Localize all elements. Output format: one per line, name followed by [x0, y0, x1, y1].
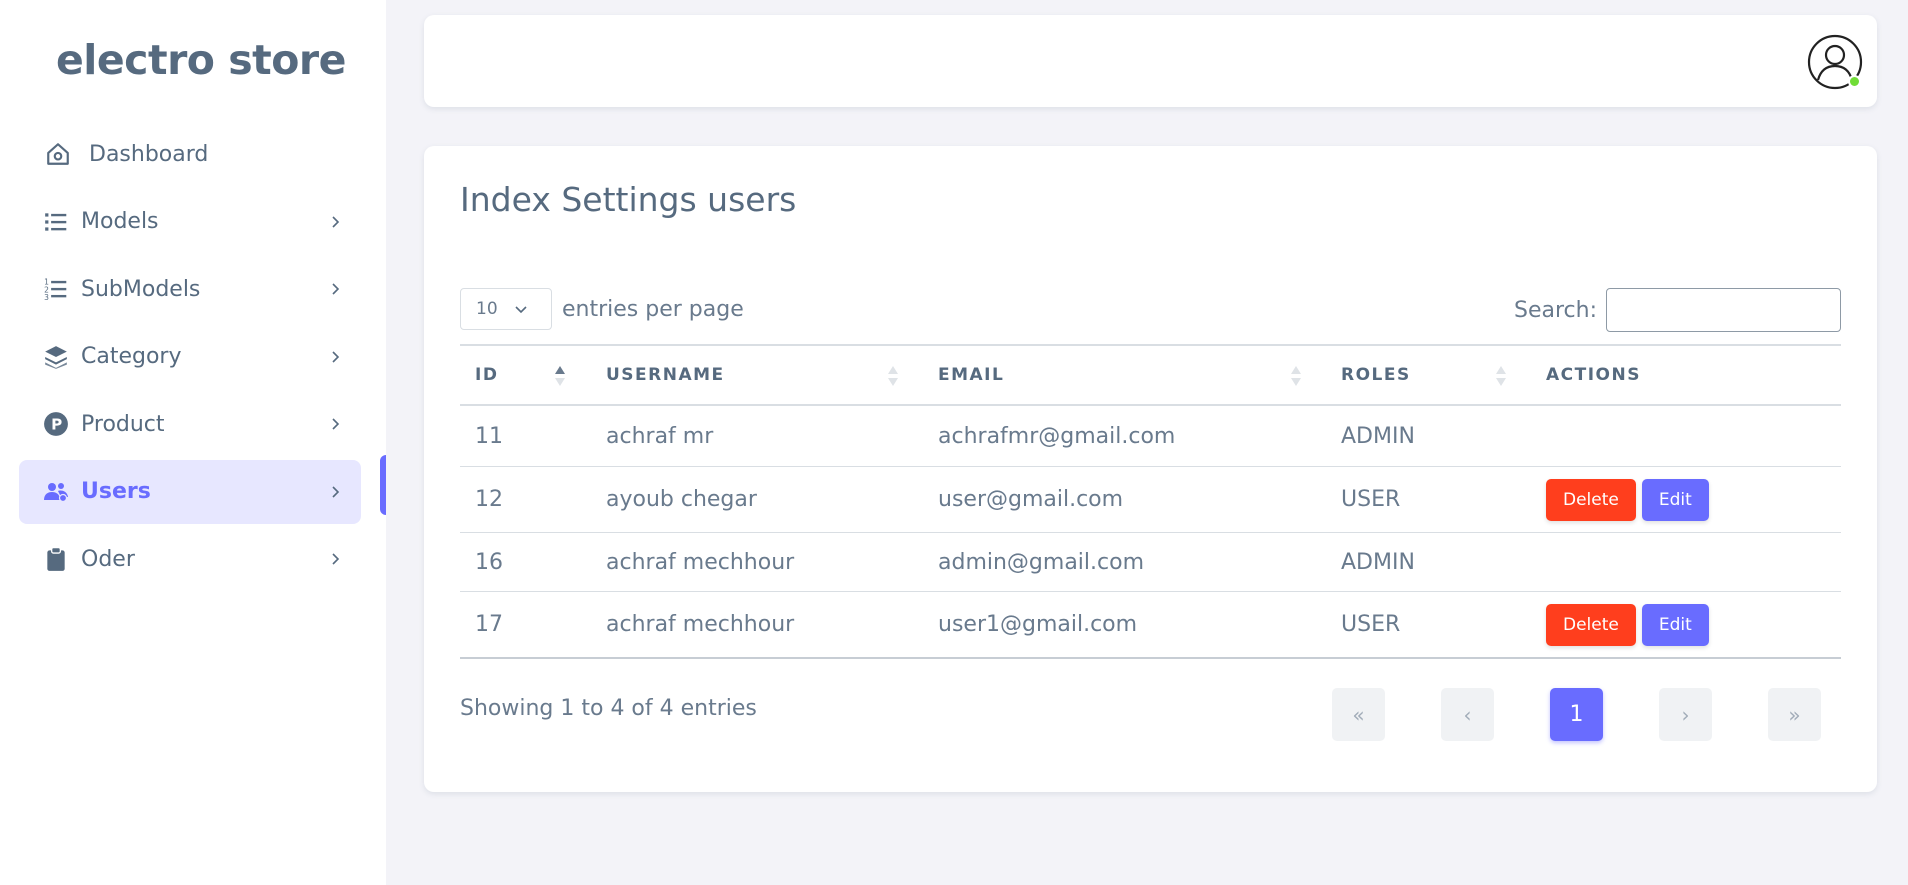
- cell-email: user1@gmail.com: [938, 612, 1138, 637]
- users-card: Index Settings users 10 entries per page…: [424, 146, 1877, 792]
- active-menu-indicator: [380, 455, 386, 515]
- clipboard-icon: [41, 544, 71, 574]
- topbar: [424, 15, 1877, 107]
- cell-actions: Delete Edit: [1546, 592, 1715, 657]
- user-avatar[interactable]: [1807, 34, 1863, 90]
- table-info: Showing 1 to 4 of 4 entries: [460, 696, 757, 721]
- sidebar-item-label: Users: [81, 479, 151, 504]
- column-header-actions: ACTIONS: [1546, 365, 1641, 385]
- sidebar-item-submodels[interactable]: 123 SubModels: [19, 257, 361, 321]
- search-input[interactable]: [1606, 288, 1841, 332]
- pagination: « ‹ 1 › »: [1332, 688, 1821, 741]
- cell-roles: ADMIN: [1341, 549, 1415, 575]
- sidebar-menu: Dashboard Models 123 SubModels Category: [19, 122, 361, 595]
- svg-text:3: 3: [44, 293, 49, 302]
- column-header-roles[interactable]: ROLES: [1341, 346, 1411, 404]
- online-status-dot: [1848, 75, 1861, 88]
- cell-roles: USER: [1341, 612, 1401, 637]
- page-title: Index Settings users: [460, 180, 797, 219]
- sidebar-item-product[interactable]: P Product: [19, 392, 361, 456]
- cell-roles: USER: [1341, 487, 1401, 512]
- pagination-last-button[interactable]: »: [1768, 688, 1821, 741]
- chevron-right-icon: [332, 418, 340, 430]
- sidebar-item-oder[interactable]: Oder: [19, 527, 361, 591]
- edit-button[interactable]: Edit: [1641, 478, 1709, 521]
- sidebar-item-label: Product: [81, 411, 165, 437]
- users-table: ID USERNAME EMAIL ROLES ACTIONS 11 achra…: [460, 344, 1841, 659]
- column-header-email[interactable]: EMAIL: [938, 346, 1004, 404]
- cell-id: 12: [475, 487, 503, 512]
- delete-button[interactable]: Delete: [1546, 603, 1636, 646]
- entries-per-page: 10 entries per page: [460, 288, 744, 330]
- sidebar-item-label: Category: [81, 344, 182, 369]
- sidebar-item-models[interactable]: Models: [19, 190, 361, 254]
- search-label: Search:: [1514, 297, 1597, 323]
- chevron-right-icon: [332, 215, 340, 228]
- cell-id: 16: [475, 549, 503, 575]
- per-page-value: 10: [476, 299, 498, 319]
- edit-button[interactable]: Edit: [1641, 603, 1709, 646]
- cell-id: 17: [475, 612, 503, 637]
- cell-username: achraf mechhour: [606, 612, 795, 637]
- column-header-id[interactable]: ID: [475, 346, 498, 404]
- cell-email: user@gmail.com: [938, 487, 1124, 512]
- sidebar-item-users[interactable]: Users: [19, 459, 361, 524]
- cell-email: achrafmr@gmail.com: [938, 423, 1176, 449]
- home-icon: [43, 139, 73, 169]
- table-row: 11 achraf mr achrafmr@gmail.com ADMIN: [460, 406, 1841, 467]
- sort-icon[interactable]: [1290, 364, 1302, 388]
- chevron-right-icon: [332, 485, 340, 498]
- cell-email: admin@gmail.com: [938, 549, 1145, 575]
- sidebar-item-label: SubModels: [81, 276, 201, 302]
- pagination-page-1[interactable]: 1: [1550, 688, 1603, 741]
- column-header-username[interactable]: USERNAME: [606, 346, 725, 404]
- per-page-select[interactable]: 10: [460, 288, 552, 330]
- pagination-prev-button[interactable]: ‹: [1441, 688, 1494, 741]
- table-row: 16 achraf mechhour admin@gmail.com ADMIN: [460, 533, 1841, 592]
- list-numbered-icon: 123: [41, 274, 71, 304]
- table-row: 17 achraf mechhour user1@gmail.com USER …: [460, 592, 1841, 659]
- svg-text:P: P: [51, 415, 62, 433]
- cell-roles: ADMIN: [1341, 423, 1415, 449]
- sort-asc-icon[interactable]: [554, 364, 566, 388]
- sort-icon[interactable]: [887, 364, 899, 388]
- chevron-down-icon: [515, 306, 527, 314]
- sidebar-item-label: Oder: [81, 546, 135, 572]
- sort-icon[interactable]: [1495, 364, 1507, 388]
- pagination-first-button[interactable]: «: [1332, 688, 1385, 741]
- cell-username: achraf mr: [606, 423, 714, 449]
- brand-logo[interactable]: electro store: [56, 36, 346, 84]
- cell-id: 11: [475, 423, 503, 449]
- chevron-right-icon: [332, 350, 340, 363]
- chevron-right-icon: [332, 553, 340, 565]
- search-wrap: Search:: [1514, 288, 1841, 332]
- delete-button[interactable]: Delete: [1546, 478, 1636, 521]
- product-p-icon: P: [41, 409, 71, 439]
- chevron-right-icon: [332, 283, 340, 295]
- table-row: 12 ayoub chegar user@gmail.com USER Dele…: [460, 467, 1841, 533]
- cell-username: achraf mechhour: [606, 549, 795, 575]
- sidebar-item-label: Models: [81, 209, 159, 234]
- sidebar-item-category[interactable]: Category: [19, 325, 361, 389]
- cell-actions: Delete Edit: [1546, 467, 1715, 532]
- sidebar: electro store Dashboard Models 123 SubMo…: [0, 0, 386, 885]
- list-icon: [41, 207, 71, 237]
- sidebar-item-label: Dashboard: [89, 141, 209, 167]
- cell-username: ayoub chegar: [606, 487, 757, 512]
- layers-icon: [41, 342, 71, 372]
- table-header-row: ID USERNAME EMAIL ROLES ACTIONS: [460, 344, 1841, 406]
- per-page-label: entries per page: [562, 296, 744, 322]
- sidebar-item-dashboard[interactable]: Dashboard: [19, 122, 361, 186]
- pagination-next-button[interactable]: ›: [1659, 688, 1712, 741]
- users-icon: [41, 477, 71, 507]
